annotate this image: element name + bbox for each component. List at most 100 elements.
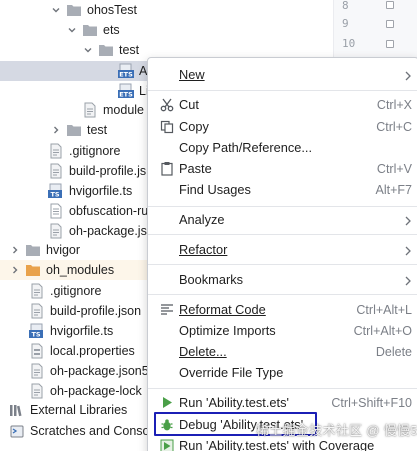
chevron-right-icon[interactable] <box>9 264 21 276</box>
tree-label: test <box>87 123 108 137</box>
menu-item-run[interactable]: Run 'Ability.test.ets' Ctrl+Shift+F10 <box>148 392 417 413</box>
menu-item-shortcut: Ctrl+X <box>376 97 412 112</box>
menu-separator <box>148 90 417 91</box>
tree-label: obfuscation-ru <box>69 204 149 218</box>
menu-item-label: Optimize Imports <box>179 323 276 338</box>
menu-separator <box>148 234 417 235</box>
editor-gutter: 8 9 10 <box>333 0 417 58</box>
menu-separator <box>148 388 417 389</box>
menu-item-shortcut: Ctrl+Shift+F10 <box>331 395 412 410</box>
menu-item-reformat-code[interactable]: Reformat Code Ctrl+Alt+L <box>148 299 417 320</box>
menu-item-copy-path[interactable]: Copy Path/Reference... <box>148 137 417 158</box>
fold-marker-icon[interactable] <box>386 20 394 28</box>
menu-item-delete[interactable]: Delete... Delete <box>148 341 417 362</box>
watermark-text: 稀土掘金技术社区 @ 慢慢529 <box>256 423 417 438</box>
tree-label: hvigorfile.ts <box>50 324 114 338</box>
submenu-arrow-icon <box>404 215 412 225</box>
library-icon <box>9 402 25 418</box>
svg-text:ETS: ETS <box>119 91 133 99</box>
menu-item-label: Analyze <box>179 212 225 227</box>
tree-label: build-profile.json <box>50 304 142 318</box>
tree-label: oh-package-lock <box>50 384 142 398</box>
config-file-icon <box>48 223 64 239</box>
menu-item-label: Run 'Ability.test.ets' <box>179 395 289 410</box>
line-number: 8 <box>342 0 349 12</box>
clipboard-icon <box>159 161 175 177</box>
menu-item-shortcut: Ctrl+V <box>376 161 412 176</box>
tree-label: Scratches and Conso <box>30 424 150 438</box>
menu-item-override-file-type[interactable]: Override File Type <box>148 362 417 383</box>
menu-item-shortcut: Ctrl+Alt+O <box>353 323 412 338</box>
scissors-icon <box>159 97 175 113</box>
folder-icon <box>82 22 98 38</box>
tree-label: oh-package.json5 <box>50 364 149 378</box>
menu-item-optimize-imports[interactable]: Optimize Imports Ctrl+Alt+O <box>148 320 417 341</box>
menu-item-label: Cut <box>179 97 199 112</box>
menu-item-refactor[interactable]: Refactor <box>148 239 417 260</box>
tree-label: ets <box>103 23 120 37</box>
coverage-icon <box>159 438 175 451</box>
menu-item-find-usages[interactable]: Find Usages Alt+F7 <box>148 179 417 200</box>
config-file-icon <box>48 163 64 179</box>
menu-item-analyze[interactable]: Analyze <box>148 209 417 230</box>
config-file-icon <box>29 303 45 319</box>
menu-item-label: Override File Type <box>179 365 284 380</box>
menu-item-bookmarks[interactable]: Bookmarks <box>148 269 417 290</box>
ts-file-icon: TS <box>48 183 64 199</box>
line-number: 10 <box>342 37 356 50</box>
tree-label: hvigor <box>46 243 81 257</box>
submenu-arrow-icon <box>404 70 412 80</box>
config-file-icon <box>82 102 98 118</box>
chevron-down-icon[interactable] <box>82 44 94 56</box>
fold-marker-icon[interactable] <box>386 1 394 9</box>
menu-item-paste[interactable]: Paste Ctrl+V <box>148 158 417 179</box>
line-number: 9 <box>342 17 349 30</box>
properties-file-icon <box>29 343 45 359</box>
menu-item-label: Refactor <box>179 242 228 257</box>
folder-icon <box>98 42 114 58</box>
bug-icon <box>159 417 175 433</box>
menu-item-cut[interactable]: Cut Ctrl+X <box>148 94 417 115</box>
chevron-down-icon[interactable] <box>50 4 62 16</box>
text-file-icon <box>48 203 64 219</box>
tree-label: test <box>119 43 140 57</box>
tree-label: module <box>103 103 144 117</box>
menu-item-label: Bookmarks <box>179 272 244 287</box>
tree-label: oh-package.js <box>69 224 147 238</box>
menu-item-copy[interactable]: Copy Ctrl+C <box>148 116 417 137</box>
config-file-icon <box>29 363 45 379</box>
copy-icon <box>159 119 175 135</box>
menu-item-shortcut: Ctrl+C <box>376 119 412 134</box>
tree-label: .gitignore <box>69 144 121 158</box>
menu-item-label: Find Usages <box>179 182 251 197</box>
config-file-icon <box>29 283 45 299</box>
svg-text:TS: TS <box>50 191 59 199</box>
menu-item-label: Delete... <box>179 344 227 359</box>
menu-item-label: Copy Path/Reference... <box>179 140 313 155</box>
submenu-arrow-icon <box>404 245 412 255</box>
folder-icon <box>25 242 41 258</box>
menu-item-label: Paste <box>179 161 212 176</box>
svg-text:ETS: ETS <box>119 71 133 79</box>
menu-item-new[interactable]: New <box>148 64 417 85</box>
menu-separator <box>148 264 417 265</box>
chevron-right-icon[interactable] <box>50 124 62 136</box>
tree-label: ohosTest <box>87 3 138 17</box>
scratches-icon <box>9 423 25 439</box>
menu-item-label: New <box>179 67 205 82</box>
menu-item-label: Reformat Code <box>179 302 266 317</box>
tree-label: hvigorfile.ts <box>69 184 133 198</box>
fold-marker-icon[interactable] <box>386 40 394 48</box>
submenu-arrow-icon <box>404 275 412 285</box>
menu-separator <box>148 294 417 295</box>
tree-label: build-profile.js <box>69 164 147 178</box>
tree-label: oh_modules <box>46 263 115 277</box>
chevron-right-icon[interactable] <box>9 244 21 256</box>
chevron-down-icon[interactable] <box>66 24 78 36</box>
menu-item-label: Copy <box>179 119 209 134</box>
config-file-icon <box>29 383 45 399</box>
config-file-icon <box>48 143 64 159</box>
reformat-icon <box>159 302 175 318</box>
menu-item-shortcut: Delete <box>375 344 412 359</box>
ets-file-icon: ETS <box>118 63 134 79</box>
